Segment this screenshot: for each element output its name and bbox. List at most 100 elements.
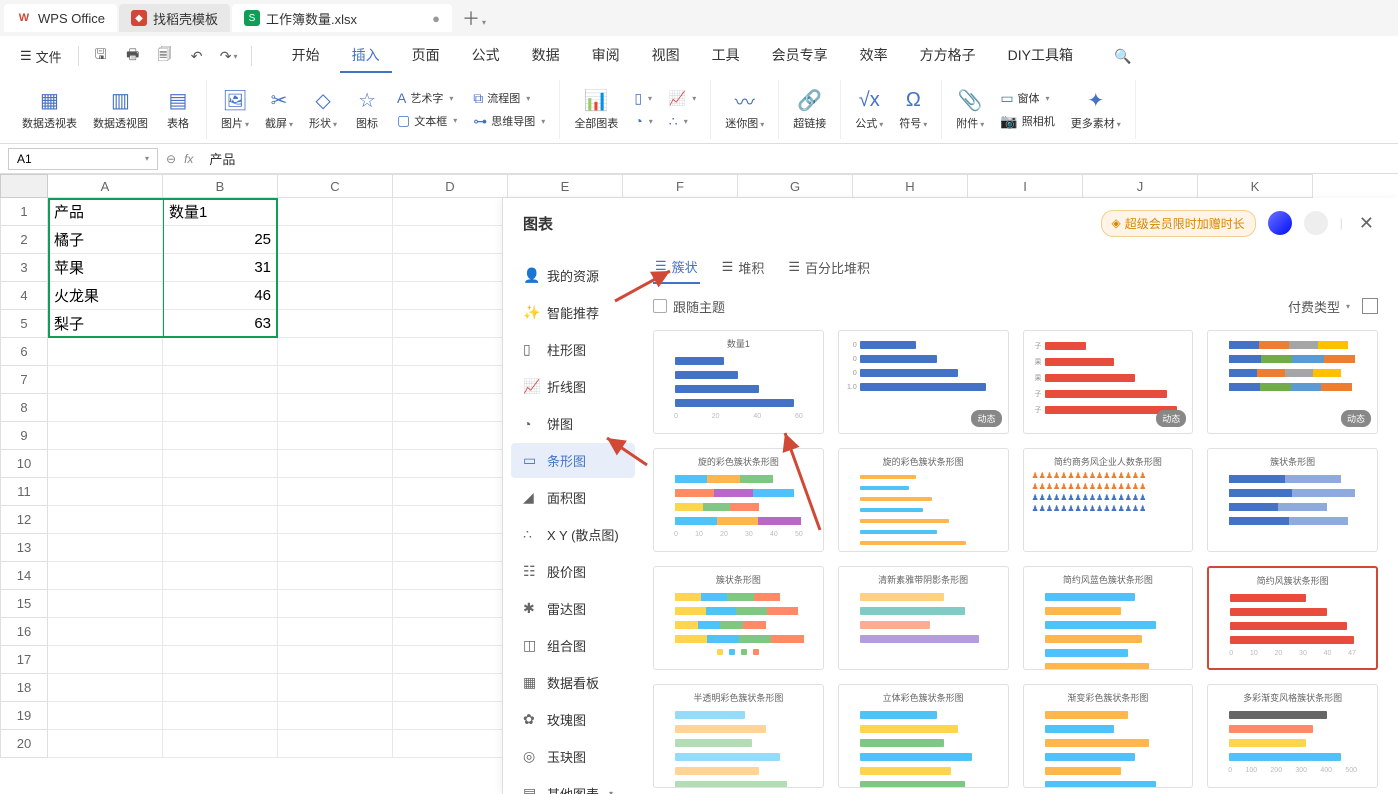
- bar-dd[interactable]: ▯▾: [628, 88, 658, 109]
- cell[interactable]: [278, 394, 393, 422]
- row-header[interactable]: 10: [0, 450, 48, 478]
- cell[interactable]: [393, 534, 508, 562]
- cell[interactable]: [163, 674, 278, 702]
- row-header[interactable]: 4: [0, 282, 48, 310]
- cell[interactable]: [393, 674, 508, 702]
- cell[interactable]: [393, 450, 508, 478]
- chart-category-item[interactable]: ✨智能推荐: [511, 295, 635, 330]
- chart-category-item[interactable]: ◫组合图: [511, 628, 635, 663]
- row-header[interactable]: 20: [0, 730, 48, 758]
- cancel-icon[interactable]: ⊖: [166, 152, 176, 166]
- menu-tab-6[interactable]: 视图: [640, 39, 692, 73]
- col-header[interactable]: J: [1083, 174, 1198, 198]
- cell[interactable]: [393, 730, 508, 758]
- select-all-corner[interactable]: [0, 174, 48, 198]
- menu-tab-8[interactable]: 会员专享: [760, 39, 840, 73]
- cell[interactable]: [163, 562, 278, 590]
- row-header[interactable]: 2: [0, 226, 48, 254]
- cell[interactable]: 火龙果: [48, 282, 163, 310]
- mindmap-button[interactable]: ⊶思维导图▾: [467, 111, 551, 132]
- cell[interactable]: [278, 198, 393, 226]
- pay-type-dropdown[interactable]: 付费类型 ▾: [1288, 297, 1350, 316]
- cell[interactable]: [48, 702, 163, 730]
- cell[interactable]: 苹果: [48, 254, 163, 282]
- cell[interactable]: [278, 730, 393, 758]
- menu-tab-3[interactable]: 公式: [460, 39, 512, 73]
- chart-category-item[interactable]: 📈折线图: [511, 369, 635, 404]
- chart-category-item[interactable]: ▭条形图: [511, 443, 635, 478]
- col-header[interactable]: A: [48, 174, 163, 198]
- col-header[interactable]: C: [278, 174, 393, 198]
- row-header[interactable]: 18: [0, 674, 48, 702]
- cell[interactable]: 31: [163, 254, 278, 282]
- close-icon[interactable]: ✕: [1355, 213, 1378, 234]
- row-header[interactable]: 3: [0, 254, 48, 282]
- menu-tab-5[interactable]: 审阅: [580, 39, 632, 73]
- chart-thumbnail[interactable]: 旋的彩色簇状条形图: [838, 448, 1009, 552]
- row-header[interactable]: 15: [0, 590, 48, 618]
- cell[interactable]: [48, 562, 163, 590]
- cell[interactable]: [163, 590, 278, 618]
- save-icon[interactable]: 🖫: [87, 42, 115, 70]
- cell[interactable]: [393, 254, 508, 282]
- cell[interactable]: [393, 478, 508, 506]
- chart-subtype-tab[interactable]: ☰簇状: [653, 251, 700, 284]
- cell[interactable]: 25: [163, 226, 278, 254]
- pie-dd[interactable]: ◔▾: [628, 111, 658, 131]
- cell[interactable]: [48, 730, 163, 758]
- chart-subtype-tab[interactable]: ☰百分比堆积: [786, 252, 872, 283]
- row-header[interactable]: 11: [0, 478, 48, 506]
- cell[interactable]: [393, 394, 508, 422]
- cell[interactable]: [163, 450, 278, 478]
- add-tab-button[interactable]: ＋▾: [454, 5, 494, 31]
- hyperlink-button[interactable]: 🔗超链接: [787, 87, 832, 133]
- col-header[interactable]: E: [508, 174, 623, 198]
- cell[interactable]: [393, 506, 508, 534]
- chart-thumbnail[interactable]: 立体彩色簇状条形图: [838, 684, 1009, 788]
- pivot-table-button[interactable]: ▦数据透视表: [16, 87, 83, 133]
- cell[interactable]: [393, 338, 508, 366]
- redo-icon[interactable]: ↷▾: [215, 42, 243, 70]
- cell[interactable]: 产品: [48, 198, 163, 226]
- pivot-chart-button[interactable]: ▥数据透视图: [87, 87, 154, 133]
- cell[interactable]: [48, 646, 163, 674]
- cell[interactable]: [393, 702, 508, 730]
- cell[interactable]: [278, 282, 393, 310]
- chart-thumbnail[interactable]: 清新素雅带阴影条形图: [838, 566, 1009, 670]
- chart-thumbnail[interactable]: 数量10204060: [653, 330, 824, 434]
- menu-tab-10[interactable]: 方方格子: [908, 39, 988, 73]
- row-header[interactable]: 16: [0, 618, 48, 646]
- chart-category-item[interactable]: ✿玫瑰图: [511, 702, 635, 737]
- formula-content[interactable]: 产品: [201, 149, 235, 168]
- cell[interactable]: [278, 590, 393, 618]
- menu-tab-1[interactable]: 插入: [340, 39, 392, 73]
- chart-thumbnail[interactable]: 半透明彩色簇状条形图: [653, 684, 824, 788]
- chart-category-item[interactable]: ◎玉玦图: [511, 739, 635, 774]
- cell[interactable]: [278, 702, 393, 730]
- cell[interactable]: [278, 646, 393, 674]
- chart-category-item[interactable]: ◔饼图: [511, 406, 635, 441]
- search-icon[interactable]: 🔍: [1109, 42, 1137, 70]
- chart-category-item[interactable]: ▤其他图表▾: [511, 776, 635, 794]
- cell[interactable]: [163, 534, 278, 562]
- scatter-dd[interactable]: ∴▾: [663, 111, 702, 132]
- avatar[interactable]: [1268, 211, 1292, 235]
- cell[interactable]: [393, 422, 508, 450]
- line-dd[interactable]: 📈▾: [663, 88, 702, 109]
- menu-tab-11[interactable]: DIY工具箱: [996, 39, 1085, 73]
- chart-thumbnail[interactable]: 旋的彩色簇状条形图01020304050: [653, 448, 824, 552]
- grid-view-icon[interactable]: [1362, 298, 1378, 314]
- cell[interactable]: [393, 646, 508, 674]
- cell[interactable]: [278, 310, 393, 338]
- cell[interactable]: [278, 254, 393, 282]
- cell[interactable]: 橘子: [48, 226, 163, 254]
- sparkline-button[interactable]: 〰迷你图▾: [719, 87, 770, 133]
- cell[interactable]: [163, 338, 278, 366]
- col-header[interactable]: H: [853, 174, 968, 198]
- cell[interactable]: [278, 562, 393, 590]
- cell[interactable]: 梨子: [48, 310, 163, 338]
- row-header[interactable]: 5: [0, 310, 48, 338]
- all-charts-button[interactable]: 📊全部图表: [568, 87, 624, 133]
- chart-category-item[interactable]: ▯柱形图: [511, 332, 635, 367]
- symbol-button[interactable]: Ω符号▾: [893, 87, 933, 133]
